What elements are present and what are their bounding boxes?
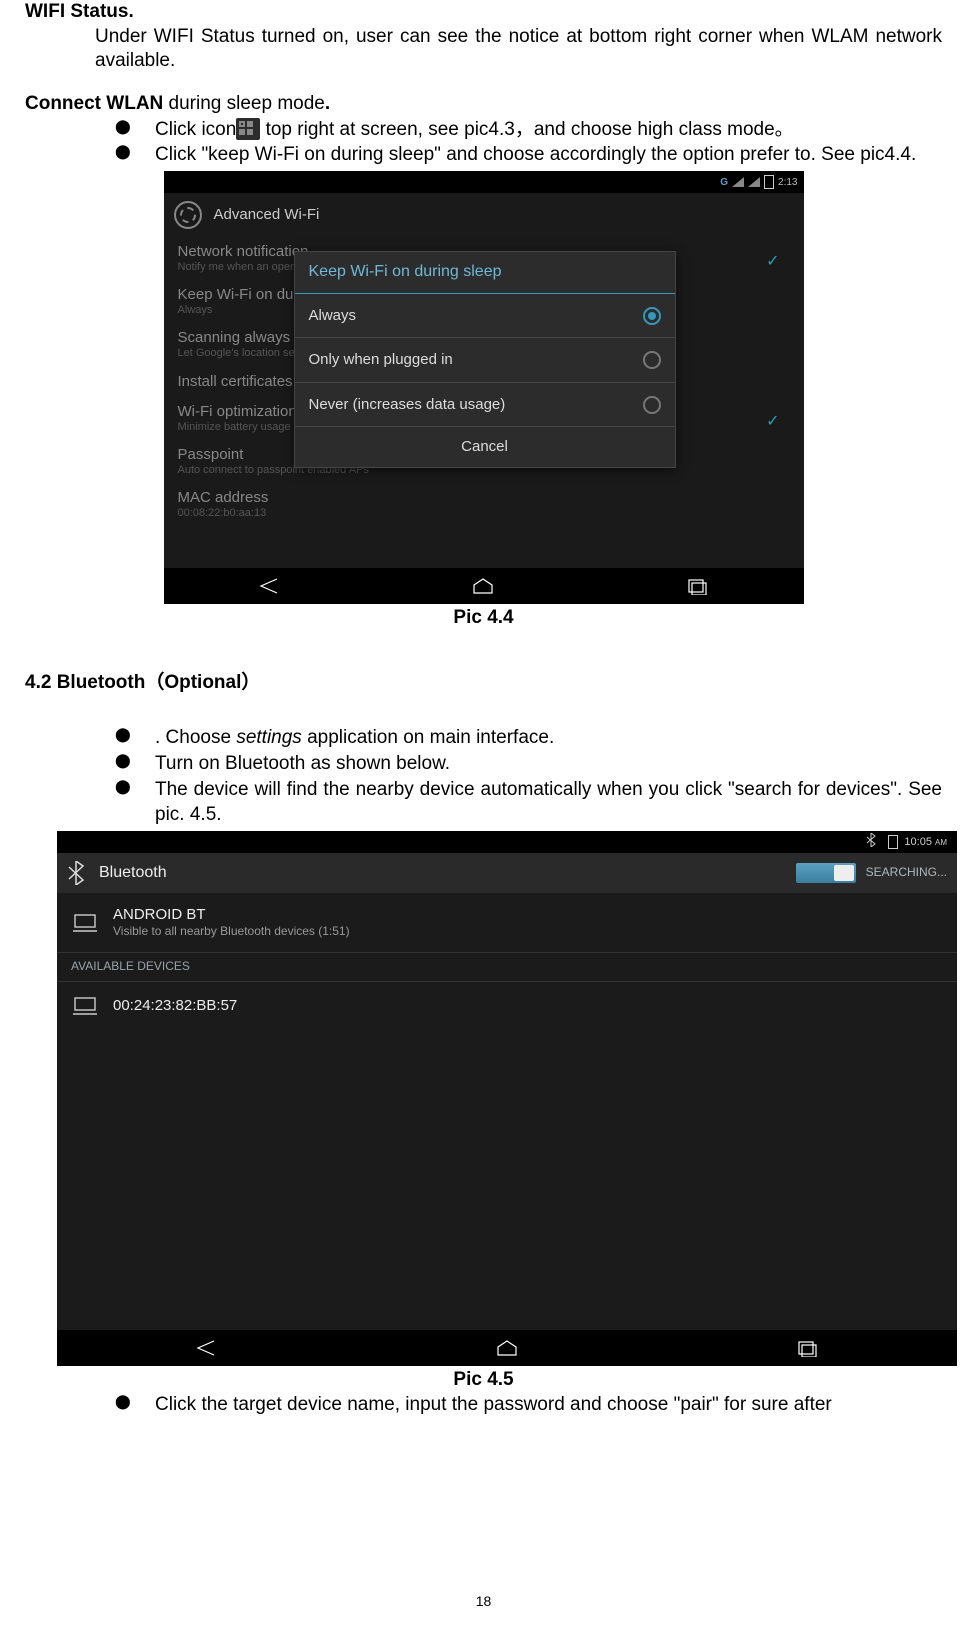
option-never[interactable]: Never (increases data usage)	[295, 383, 675, 428]
back-icon[interactable]	[257, 577, 283, 595]
bullet-icon: ⬤	[115, 117, 155, 143]
bullet-icon: ⬤	[115, 751, 155, 777]
device-icon	[71, 913, 99, 933]
caption-pic-4-4: Pic 4.4	[25, 606, 942, 631]
searching-label: SEARCHING...	[866, 865, 947, 881]
caption-pic-4-5: Pic 4.5	[25, 1368, 942, 1393]
item-mac-address: MAC address 00:08:22:b0:aa:13	[164, 483, 804, 526]
signal-icon	[748, 177, 760, 187]
screenshot-pic-4-5: 10:05 AM Bluetooth SEARCHING... ANDROID …	[57, 831, 957, 1366]
bullet-keep-wifi: ⬤ Click "keep Wi-Fi on during sleep" and…	[25, 142, 942, 168]
available-devices-label: AVAILABLE DEVICES	[57, 952, 957, 981]
bullet-click-icon: ⬤ Click icon top right at screen, see pi…	[25, 117, 942, 143]
check-icon: ✓	[766, 412, 779, 431]
radio-icon	[643, 396, 661, 414]
bluetooth-status-icon	[866, 833, 876, 851]
bullet-icon: ⬤	[115, 1392, 155, 1418]
android-nav-bar	[164, 568, 804, 604]
bullet-pair-password: ⬤ Click the target device name, input th…	[25, 1392, 942, 1418]
bluetooth-icon	[67, 861, 85, 885]
check-icon: ✓	[766, 252, 779, 271]
status-time: 2:13	[778, 176, 797, 189]
gear-icon	[174, 201, 202, 229]
bluetooth-header: Bluetooth SEARCHING...	[57, 853, 957, 893]
battery-icon	[888, 835, 898, 849]
own-device-row[interactable]: ANDROID BT Visible to all nearby Bluetoo…	[57, 893, 957, 952]
back-icon[interactable]	[194, 1339, 220, 1357]
bullet-turn-on-bt: ⬤ Turn on Bluetooth as shown below.	[25, 751, 942, 777]
g-symbol: G	[720, 176, 728, 189]
screenshot-pic-4-4: G 2:13 Advanced Wi-Fi Network notificati…	[164, 171, 804, 604]
home-icon[interactable]	[494, 1339, 520, 1357]
page-title: Bluetooth	[99, 863, 167, 884]
title-wifi-status: WIFI Status.	[25, 0, 942, 25]
android-nav-bar	[57, 1330, 957, 1366]
advanced-wifi-header: Advanced Wi-Fi	[164, 193, 804, 237]
dialog-title: Keep Wi-Fi on during sleep	[295, 252, 675, 294]
laptop-icon	[71, 996, 99, 1016]
bullet-search-devices: ⬤ The device will find the nearby device…	[25, 777, 942, 828]
bullet-icon: ⬤	[115, 725, 155, 751]
title-connect-wlan: Connect WLAN during sleep mode.	[25, 92, 942, 117]
empty-area	[57, 1030, 957, 1330]
bullet-icon: ⬤	[115, 777, 155, 828]
section-4-2-bluetooth: 4.2 Bluetooth（Optional）	[25, 671, 942, 696]
bullet-icon: ⬤	[115, 142, 155, 168]
available-device-row[interactable]: 00:24:23:82:BB:57	[57, 981, 957, 1030]
dialog-keep-wifi-during-sleep: Keep Wi-Fi on during sleep Always Only w…	[294, 251, 676, 468]
android-status-bar: 10:05 AM	[57, 831, 957, 853]
bullet-choose-settings: ⬤ . Choose settings application on main …	[25, 725, 942, 751]
recent-apps-icon[interactable]	[684, 577, 710, 595]
signal-icon	[732, 177, 744, 187]
radio-icon	[643, 351, 661, 369]
battery-icon	[764, 175, 774, 189]
status-time: 10:05 AM	[904, 835, 947, 849]
recent-apps-icon[interactable]	[794, 1339, 820, 1357]
radio-selected-icon	[643, 307, 661, 325]
cancel-button[interactable]: Cancel	[295, 427, 675, 467]
device-mac: 00:24:23:82:BB:57	[113, 996, 237, 1016]
android-status-bar: G 2:13	[164, 171, 804, 193]
own-device-subtitle: Visible to all nearby Bluetooth devices …	[113, 924, 350, 940]
bluetooth-toggle[interactable]	[796, 863, 856, 883]
option-only-plugged[interactable]: Only when plugged in	[295, 338, 675, 383]
overflow-menu-icon	[236, 118, 260, 140]
wifi-status-body: Under WIFI Status turned on, user can se…	[25, 25, 942, 74]
page-number: 18	[0, 1592, 967, 1610]
own-device-name: ANDROID BT	[113, 905, 350, 925]
home-icon[interactable]	[470, 577, 496, 595]
option-always[interactable]: Always	[295, 294, 675, 339]
